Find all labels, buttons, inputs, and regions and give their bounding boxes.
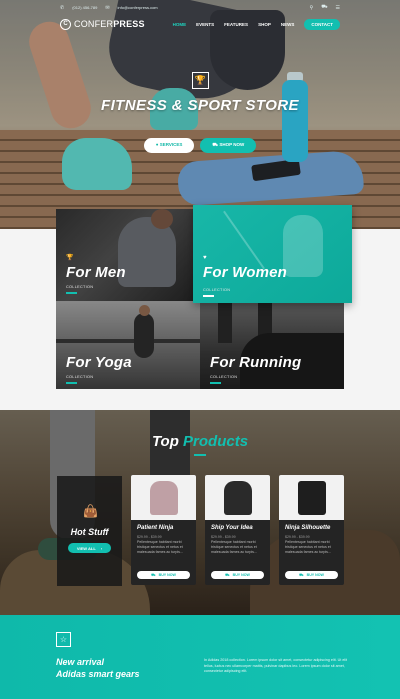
product-image — [279, 475, 344, 520]
buy-now-button[interactable]: ⛟ BUY NOW — [137, 571, 190, 579]
new-arrival-line2: Adidas smart gears — [56, 669, 140, 679]
trophy-icon: 🏆 — [192, 72, 209, 89]
cart-icon: ⛟ — [151, 572, 156, 577]
category-line — [210, 382, 221, 384]
product-price: $29.99 - $39.99 — [137, 535, 162, 539]
hot-stuff-card: 👜 Hot Stuff VIEW ALL › — [57, 476, 122, 586]
tshirt-image — [298, 481, 326, 515]
menu-icon[interactable]: ☰ — [336, 5, 340, 11]
category-sub: COLLECTION — [210, 375, 238, 379]
nav-shop[interactable]: SHOP — [258, 22, 271, 27]
hot-stuff-title: Hot Stuff — [70, 527, 109, 537]
category-sub: COLLECTION — [66, 285, 94, 289]
product-desc: Pellentesque habitant morbi tristique se… — [211, 540, 257, 554]
phone-icon: ✆ — [60, 4, 65, 11]
product-title[interactable]: Ship Your Idea — [211, 525, 253, 531]
new-arrival-section: ☆ New arrival Adidas smart gears In Adid… — [0, 615, 400, 699]
new-arrival-line1: New arrival — [56, 657, 105, 667]
product-desc: Pellentesque habitant morbi tristique se… — [285, 540, 331, 554]
products-title: Top Products — [0, 433, 400, 450]
category-running[interactable]: For Running COLLECTION — [200, 303, 344, 389]
services-label: SERVICES — [159, 142, 183, 147]
mail-icon: ✉ — [105, 4, 110, 11]
category-sub: COLLECTION — [66, 375, 94, 379]
product-image — [205, 475, 270, 520]
category-yoga[interactable]: For Yoga COLLECTION — [56, 301, 200, 389]
category-title: For Yoga — [66, 354, 132, 371]
hero-banner: ✆ (012) 456-789 ✉ info@conferpress.com ⚲… — [0, 0, 400, 229]
category-line — [66, 382, 77, 384]
women-figure — [283, 215, 323, 277]
contact-button[interactable]: CONTACT — [304, 18, 340, 30]
category-title: For Men — [66, 264, 126, 281]
products-title-a: Top — [151, 433, 184, 450]
product-card[interactable]: Patient Ninja $29.99 - $39.99 Pellentesq… — [131, 475, 196, 585]
arrow-right-icon: › — [100, 545, 103, 551]
hero-title: FITNESS & SPORT STORE — [101, 97, 299, 114]
trophy-icon: 🏆 — [66, 255, 74, 261]
nav-events[interactable]: EVENTS — [196, 22, 214, 27]
page: ✆ (012) 456-789 ✉ info@conferpress.com ⚲… — [0, 0, 400, 699]
product-price: $29.99 - $39.99 — [285, 535, 310, 539]
view-all-button[interactable]: VIEW ALL › — [68, 543, 111, 553]
search-icon[interactable]: ⚲ — [310, 5, 314, 11]
buy-now-label: BUY NOW — [232, 573, 250, 577]
logo-bold: PRESS — [113, 19, 145, 29]
products-title-b: Products — [183, 433, 249, 450]
hero-shade — [0, 0, 400, 229]
shop-now-label: SHOP NOW — [219, 142, 245, 147]
services-button[interactable]: ● SERVICES — [143, 138, 195, 153]
product-card[interactable]: Ninja Silhouette $29.99 - $39.99 Pellent… — [279, 475, 344, 585]
category-line — [203, 295, 214, 297]
hoodie-image — [224, 481, 252, 515]
cart-icon: ⛟ — [299, 572, 304, 577]
category-line — [66, 292, 77, 294]
women-rope — [223, 210, 265, 270]
product-title[interactable]: Ninja Silhouette — [285, 525, 330, 531]
logo[interactable]: CONFERPRESS — [74, 19, 145, 29]
category-title: For Running — [210, 354, 302, 371]
logo-icon[interactable]: C — [60, 18, 71, 30]
hoodie-image — [150, 481, 178, 515]
cart-icon[interactable]: ⛟ — [321, 4, 327, 11]
buy-now-button[interactable]: ⛟ BUY NOW — [211, 571, 264, 579]
star-icon: ☆ — [56, 632, 71, 647]
topbar-email[interactable]: info@conferpress.com — [118, 5, 158, 10]
buy-now-button[interactable]: ⛟ BUY NOW — [285, 571, 338, 579]
product-card[interactable]: Ship Your Idea $29.99 - $39.99 Pellentes… — [205, 475, 270, 585]
nav-features[interactable]: FEATURES — [224, 22, 248, 27]
product-image — [131, 475, 196, 520]
buy-now-label: BUY NOW — [306, 573, 324, 577]
hero-buttons: ● SERVICES ⛟ SHOP NOW — [0, 138, 400, 153]
main-nav: C CONFERPRESS HOME EVENTS FEATURES SHOP … — [56, 14, 344, 34]
nav-home[interactable]: HOME — [173, 22, 187, 27]
shop-now-button[interactable]: ⛟ SHOP NOW — [200, 138, 257, 153]
buy-now-label: BUY NOW — [158, 573, 176, 577]
logo-prefix: CONFER — [74, 19, 114, 29]
product-price: $29.99 - $39.99 — [211, 535, 236, 539]
top-bar: ✆ (012) 456-789 ✉ info@conferpress.com ⚲… — [56, 2, 344, 13]
product-desc: Pellentesque habitant morbi tristique se… — [137, 540, 183, 554]
topbar-phone[interactable]: (012) 456-789 — [72, 5, 97, 10]
cart-icon: ⛟ — [225, 572, 230, 577]
category-sub: COLLECTION — [203, 288, 231, 292]
bag-icon: 👜 — [83, 504, 98, 518]
view-all-label: VIEW ALL — [76, 545, 96, 551]
nav-news[interactable]: NEWS — [281, 22, 295, 27]
new-arrival-text: In Adidas 2018 collection. Lorem ipsum d… — [204, 658, 348, 673]
product-title[interactable]: Patient Ninja — [137, 525, 173, 531]
heart-icon: ♥ — [203, 255, 207, 261]
category-women[interactable]: ♥ For Women COLLECTION — [193, 205, 352, 303]
products-title-line — [194, 454, 206, 456]
category-title: For Women — [203, 264, 288, 281]
category-men[interactable]: 🏆 For Men COLLECTION — [56, 209, 193, 301]
